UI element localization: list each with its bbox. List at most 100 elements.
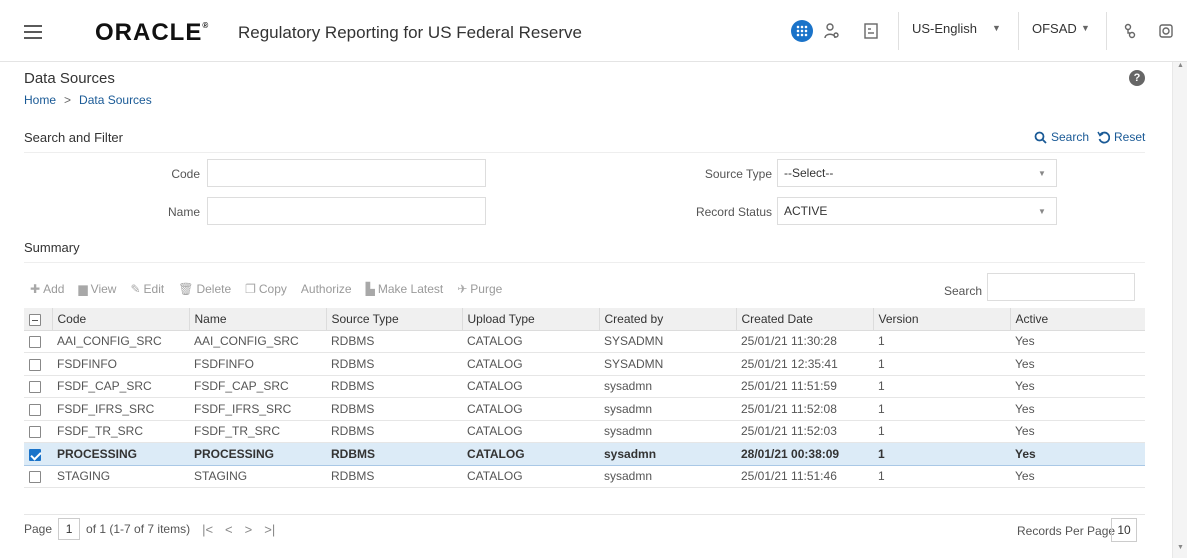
chevron-down-icon[interactable]: ▼: [992, 23, 1001, 33]
cell-created-by: SYSADMN: [599, 330, 736, 353]
delete-button[interactable]: 🗑 Delete: [178, 282, 231, 296]
scroll-up-icon[interactable]: ▲: [1177, 62, 1184, 69]
cell-upload-type: CATALOG: [462, 375, 599, 398]
cell-upload-type: CATALOG: [462, 442, 599, 466]
purge-button[interactable]: ✈ Purge: [457, 282, 502, 296]
row-checkbox[interactable]: [29, 381, 41, 394]
copy-button[interactable]: ❐ Copy: [245, 282, 287, 296]
cell-active: Yes: [1010, 442, 1145, 466]
make-latest-button[interactable]: ▙ Make Latest: [366, 282, 444, 296]
select-all-header[interactable]: [24, 308, 52, 331]
source-type-label: Source Type: [704, 167, 772, 181]
page-number-input[interactable]: 1: [58, 518, 81, 540]
cell-upload-type: CATALOG: [462, 465, 599, 488]
divider: [24, 262, 1145, 263]
row-checkbox[interactable]: [29, 403, 41, 416]
last-page-icon[interactable]: >|: [264, 522, 275, 537]
cell-code: STAGING: [52, 465, 189, 488]
chevron-down-icon[interactable]: ▼: [1038, 207, 1046, 216]
column-header-code[interactable]: Code: [51, 308, 189, 331]
row-select-cell[interactable]: [24, 397, 52, 421]
table-row[interactable]: FSDF_CAP_SRC FSDF_CAP_SRC RDBMS CATALOG sysa…: [24, 375, 1145, 398]
row-select-cell[interactable]: [24, 442, 52, 466]
user-roles-icon[interactable]: [822, 20, 842, 42]
row-checkbox[interactable]: [29, 426, 41, 439]
cell-source-type: RDBMS: [326, 465, 462, 488]
row-checkbox[interactable]: [29, 336, 41, 349]
table-row[interactable]: PROCESSING PROCESSING RDBMS CATALOG sysadmn 2…: [24, 442, 1145, 466]
code-input[interactable]: [207, 159, 486, 187]
table-row[interactable]: AAI_CONFIG_SRC AAI_CONFIG_SRC RDBMS CATALOG…: [24, 330, 1145, 353]
edit-label: Edit: [143, 282, 165, 296]
authorize-button[interactable]: Authorize: [301, 282, 352, 296]
first-page-icon[interactable]: |<: [202, 522, 213, 537]
chevron-down-icon[interactable]: ▼: [1081, 23, 1090, 33]
row-select-cell[interactable]: [24, 465, 52, 488]
reset-button[interactable]: Reset: [1097, 130, 1145, 144]
breadcrumb-current[interactable]: Data Sources: [79, 93, 152, 107]
column-header-version[interactable]: Version: [872, 308, 1010, 331]
cell-source-type: RDBMS: [326, 352, 462, 376]
add-button[interactable]: ✚ Add: [30, 282, 64, 296]
column-header-source-type[interactable]: Source Type: [325, 308, 462, 331]
cell-name: FSDFINFO: [189, 352, 326, 376]
row-checkbox[interactable]: [29, 448, 41, 461]
name-input[interactable]: [207, 197, 486, 225]
document-icon[interactable]: [862, 20, 880, 42]
search-button[interactable]: Search: [1034, 130, 1089, 144]
previous-page-icon[interactable]: <: [225, 522, 233, 537]
row-checkbox[interactable]: [29, 471, 41, 484]
top-header: ORACLE® Regulatory Reporting for US Fede…: [0, 0, 1187, 62]
source-type-select[interactable]: --Select--: [777, 159, 1057, 187]
column-header-name[interactable]: Name: [188, 308, 326, 331]
column-header-upload-type[interactable]: Upload Type: [461, 308, 599, 331]
records-per-page-input[interactable]: 10: [1111, 518, 1137, 542]
row-select-cell[interactable]: [24, 420, 52, 443]
column-header-active[interactable]: Active: [1009, 308, 1145, 331]
next-page-icon[interactable]: >: [245, 522, 253, 537]
column-header-created-by[interactable]: Created by: [598, 308, 736, 331]
edit-icon: ✎: [130, 282, 141, 296]
table-row[interactable]: FSDFINFO FSDFINFO RDBMS CATALOG SYSADMN 25/01…: [24, 352, 1145, 376]
row-select-cell[interactable]: [24, 375, 52, 398]
cell-created-date: 25/01/21 11:51:59: [736, 375, 873, 398]
record-status-select[interactable]: ACTIVE: [777, 197, 1057, 225]
table-header-row: Code Name Source Type Upload Type Create…: [24, 308, 1145, 331]
search-button-label: Search: [1051, 130, 1090, 144]
row-checkbox[interactable]: [29, 358, 41, 371]
chevron-down-icon[interactable]: ▼: [1038, 169, 1046, 178]
cell-created-date: 25/01/21 12:35:41: [736, 352, 873, 376]
vertical-scrollbar[interactable]: [1172, 62, 1187, 558]
cell-name: PROCESSING: [189, 442, 326, 466]
scroll-down-icon[interactable]: ▼: [1177, 544, 1184, 551]
copy-icon: ❐: [245, 282, 256, 296]
cell-upload-type: CATALOG: [462, 330, 599, 353]
cell-code: PROCESSING: [52, 442, 189, 466]
cell-created-date: 25/01/21 11:52:08: [736, 397, 873, 421]
language-selector[interactable]: US-English: [912, 21, 977, 36]
grid-search-input[interactable]: [987, 273, 1135, 301]
view-button[interactable]: ▆ View: [78, 282, 116, 296]
user-menu[interactable]: OFSAD: [1032, 21, 1077, 36]
cell-name: FSDF_TR_SRC: [189, 420, 326, 443]
breadcrumb-home[interactable]: Home: [24, 93, 56, 107]
select-all-checkbox[interactable]: [29, 313, 41, 326]
copy-label: Copy: [258, 282, 287, 296]
hamburger-menu-icon[interactable]: [24, 25, 42, 39]
row-select-cell[interactable]: [24, 330, 52, 353]
help-icon[interactable]: ?: [1129, 70, 1145, 86]
settings-panel-icon[interactable]: [1158, 20, 1174, 42]
column-header-created-date[interactable]: Created Date: [735, 308, 873, 331]
cell-source-type: RDBMS: [326, 397, 462, 421]
cell-version: 1: [873, 375, 1010, 398]
sitemap-icon[interactable]: [1122, 20, 1138, 42]
cell-code: AAI_CONFIG_SRC: [52, 330, 189, 353]
table-row[interactable]: STAGING STAGING RDBMS CATALOG sysadmn 25/01/2…: [24, 465, 1145, 488]
row-select-cell[interactable]: [24, 352, 52, 376]
page-summary: of 1 (1-7 of 7 items): [86, 522, 191, 536]
table-row[interactable]: FSDF_TR_SRC FSDF_TR_SRC RDBMS CATALOG sysadm…: [24, 420, 1145, 443]
table-row[interactable]: FSDF_IFRS_SRC FSDF_IFRS_SRC RDBMS CATALOG sy…: [24, 397, 1145, 421]
breadcrumb-separator: >: [64, 93, 72, 107]
edit-button[interactable]: ✎ Edit: [130, 282, 164, 296]
applications-grid-icon[interactable]: [791, 20, 813, 42]
